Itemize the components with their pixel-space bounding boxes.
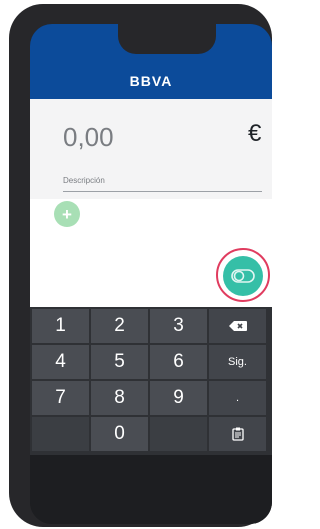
key-6[interactable]: 6: [150, 345, 207, 379]
description-underline: [63, 191, 262, 192]
backspace-key[interactable]: [209, 309, 266, 343]
key-3[interactable]: 3: [150, 309, 207, 343]
key-8[interactable]: 8: [91, 381, 148, 415]
key-0[interactable]: 0: [91, 417, 148, 451]
brand-logo: BBVA: [129, 73, 173, 89]
key-9[interactable]: 9: [150, 381, 207, 415]
plus-icon: +: [62, 204, 72, 224]
send-button[interactable]: [223, 256, 263, 296]
description-field[interactable]: Descripción: [63, 176, 105, 185]
numeric-keyboard: 1 2 3 4 5 6 Sig. 7 8 9 . 0: [30, 307, 272, 455]
key-7[interactable]: 7: [32, 381, 89, 415]
empty-key-right: [150, 417, 207, 451]
key-5[interactable]: 5: [91, 345, 148, 379]
backspace-icon: [228, 321, 247, 331]
toggle-icon: [231, 269, 255, 283]
clipboard-key[interactable]: [209, 417, 266, 451]
bottom-bar: [30, 455, 272, 524]
app-screen: BBVA 0,00 € Descripción + 1 2 3 4 5 6 Si…: [30, 24, 272, 524]
key-4[interactable]: 4: [32, 345, 89, 379]
phone-frame: BBVA 0,00 € Descripción + 1 2 3 4 5 6 Si…: [9, 4, 272, 527]
next-key[interactable]: Sig.: [209, 345, 266, 379]
currency-symbol: €: [248, 120, 262, 147]
key-2[interactable]: 2: [91, 309, 148, 343]
key-1[interactable]: 1: [32, 309, 89, 343]
clipboard-icon: [231, 427, 244, 441]
empty-key-left: [32, 417, 89, 451]
add-button[interactable]: +: [54, 201, 80, 227]
amount-value[interactable]: 0,00: [63, 122, 114, 153]
phone-notch: [118, 24, 216, 54]
amount-panel: 0,00 € Descripción: [30, 99, 272, 199]
decimal-key[interactable]: .: [209, 381, 266, 415]
